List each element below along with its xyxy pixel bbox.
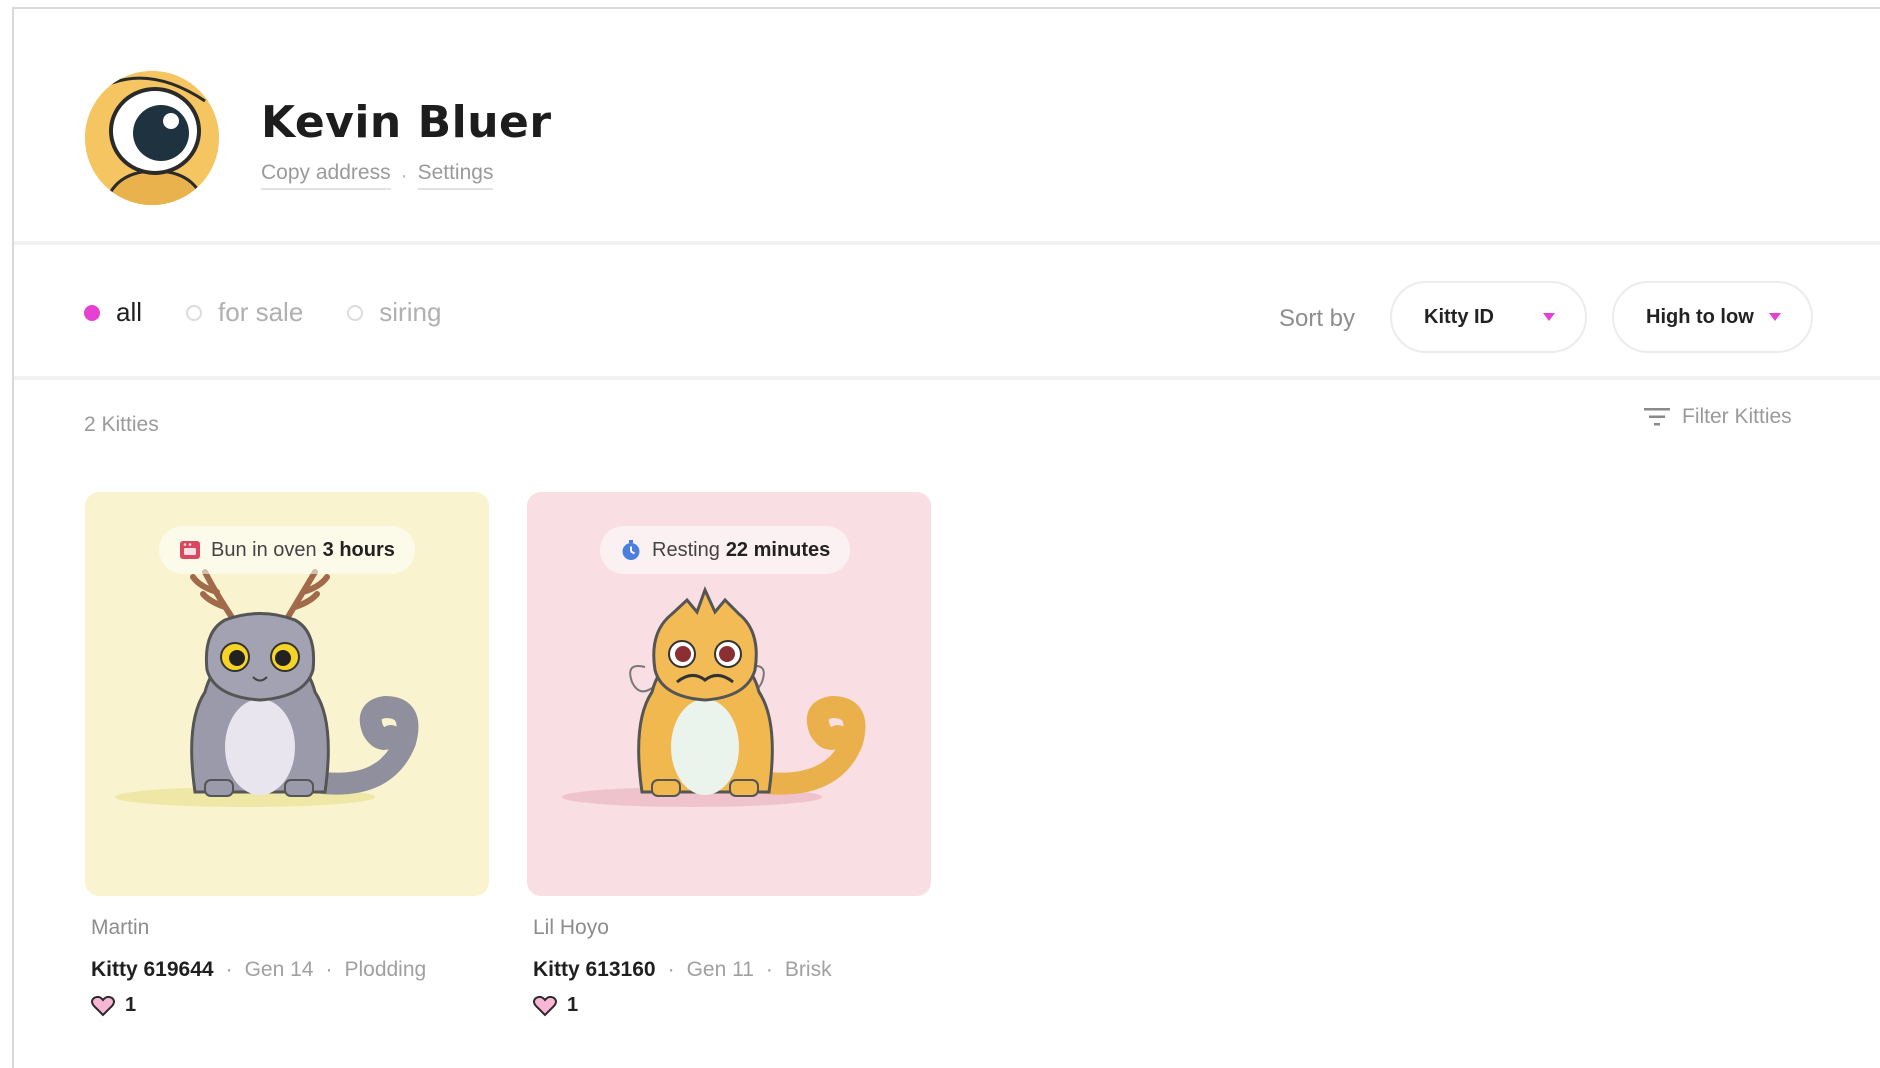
app-frame: Kevin Bluer Copy address · Settings all … [12,7,1880,1068]
tab-all[interactable]: all [84,297,142,328]
like-button[interactable]: 1 [533,994,931,1017]
tab-for-sale[interactable]: for sale [186,297,303,328]
sort-order-select[interactable]: High to low [1612,281,1813,353]
status-pill: Resting 22 minutes [600,526,851,574]
kitty-meta: Kitty 619644 · Gen 14 · Plodding [91,958,489,982]
kitty-id: Kitty 613160 [533,958,656,981]
user-name: Kevin Bluer [261,97,552,148]
status-value: 22 minutes [725,538,831,561]
sort-label: Sort by [1279,305,1356,332]
kitty-meta: Kitty 613160 · Gen 11 · Brisk [533,958,931,982]
avatar[interactable] [85,71,219,205]
profile-header: Kevin Bluer Copy address · Settings [14,9,1880,245]
kitty-generation: Gen 14 [244,958,314,981]
meta-separator: · [325,958,333,981]
filter-label: Filter Kitties [1682,405,1792,428]
settings-link[interactable]: Settings [417,161,494,190]
profile-links: Copy address · Settings [261,161,494,190]
tab-label: siring [379,297,442,327]
tab-label: all [116,297,143,327]
kitty-speed: Brisk [784,958,832,981]
radio-dot-icon [186,304,203,321]
like-count: 1 [125,994,137,1016]
sort-field-select[interactable]: Kitty ID [1390,281,1587,353]
kitty-name[interactable]: Lil Hoyo [533,916,931,940]
kitty-card[interactable]: Resting 22 minutes Lil Hoyo Kitty 613160… [527,492,931,1017]
status-prefix: Bun in oven [211,538,317,561]
heart-icon [533,995,557,1016]
filter-kitties-button[interactable]: Filter Kitties [1644,405,1792,429]
link-separator: · [400,163,408,187]
kitty-speed: Plodding [344,958,427,981]
kitty-id: Kitty 619644 [91,958,214,981]
chevron-down-icon [1543,313,1555,321]
sort-order-value: High to low [1646,305,1754,328]
kitty-image[interactable]: Bun in oven 3 hours [85,492,489,896]
meta-separator: · [225,958,233,981]
avatar-eye-icon [85,71,219,205]
radio-dot-icon [347,304,364,321]
sort-field-value: Kitty ID [1424,305,1494,328]
status-pill: Bun in oven 3 hours [159,526,415,574]
listing-tabs: all for sale siring [84,297,441,328]
like-count: 1 [567,994,579,1016]
filter-bar: all for sale siring Sort by Kitty ID Hig… [14,249,1880,380]
oven-icon [180,541,200,559]
tab-label: for sale [218,297,304,327]
chevron-down-icon [1769,313,1781,321]
stopwatch-icon [622,540,640,560]
kitty-card[interactable]: Bun in oven 3 hours Martin Kitty 619644 … [85,492,489,1017]
kitty-generation: Gen 11 [686,958,754,981]
meta-separator: · [667,958,675,981]
kitty-count: 2 Kitties [84,413,159,436]
copy-address-link[interactable]: Copy address [261,161,391,190]
kitty-name[interactable]: Martin [91,916,489,940]
kitty-image[interactable]: Resting 22 minutes [527,492,931,896]
radio-dot-icon [84,304,100,321]
status-prefix: Resting [652,538,720,561]
like-button[interactable]: 1 [91,994,489,1017]
heart-icon [91,995,115,1016]
meta-separator: · [765,958,773,981]
tab-siring[interactable]: siring [347,297,441,328]
status-value: 3 hours [322,538,395,561]
filter-icon [1644,408,1670,426]
